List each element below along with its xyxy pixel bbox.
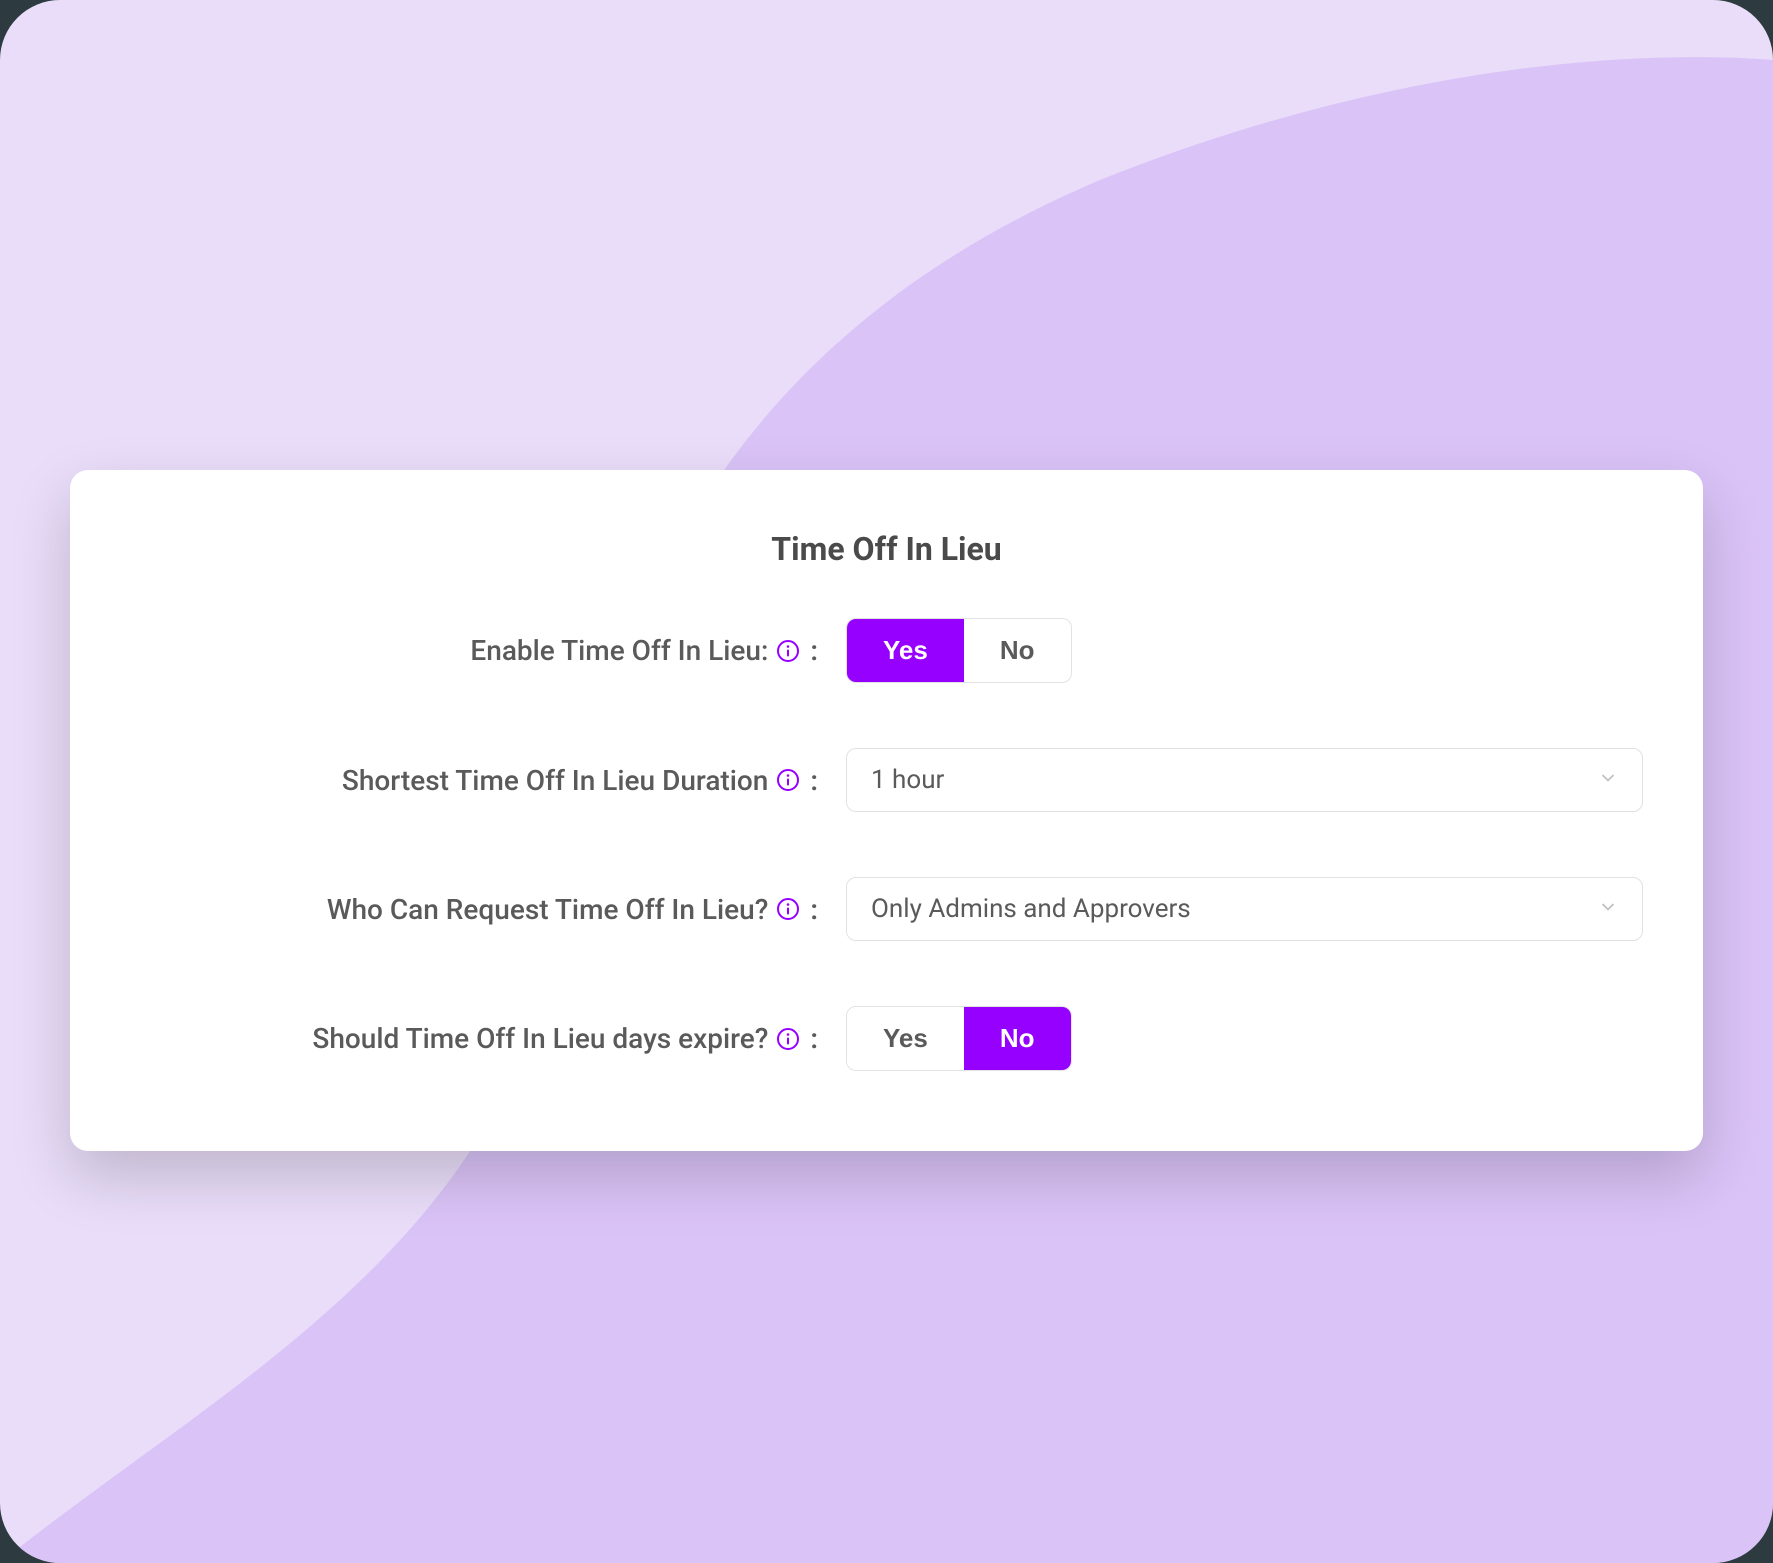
toggle-expire-toil: Yes No — [846, 1006, 1072, 1071]
info-icon[interactable] — [776, 639, 800, 663]
chevron-down-icon — [1598, 897, 1618, 921]
select-value-who: Only Admins and Approvers — [871, 894, 1191, 924]
select-shortest-duration[interactable]: 1 hour — [846, 748, 1643, 812]
row-enable-toil: Enable Time Off In Lieu: : Yes No — [130, 618, 1643, 683]
info-icon[interactable] — [776, 1027, 800, 1051]
control-who: Only Admins and Approvers — [830, 877, 1643, 941]
row-expire: Should Time Off In Lieu days expire? : Y… — [130, 1006, 1643, 1071]
info-icon[interactable] — [776, 768, 800, 792]
toggle-no-button[interactable]: No — [964, 1007, 1071, 1070]
control-expire: Yes No — [830, 1006, 1643, 1071]
label-enable: Enable Time Off In Lieu: — [470, 634, 768, 667]
control-enable: Yes No — [830, 618, 1643, 683]
label-wrap-enable: Enable Time Off In Lieu: : — [130, 634, 830, 667]
colon: : — [810, 764, 818, 797]
chevron-down-icon — [1598, 768, 1618, 792]
label-wrap-who: Who Can Request Time Off In Lieu? : — [130, 893, 830, 926]
row-who-can-request: Who Can Request Time Off In Lieu? : Only… — [130, 877, 1643, 941]
app-background: Time Off In Lieu Enable Time Off In Lieu… — [0, 0, 1773, 1563]
label-expire: Should Time Off In Lieu days expire? — [312, 1022, 768, 1055]
select-value-duration: 1 hour — [871, 765, 944, 795]
label-wrap-expire: Should Time Off In Lieu days expire? : — [130, 1022, 830, 1055]
toggle-yes-button[interactable]: Yes — [847, 619, 964, 682]
colon: : — [810, 1022, 818, 1055]
label-duration: Shortest Time Off In Lieu Duration — [342, 764, 768, 797]
rounded-backdrop: Time Off In Lieu Enable Time Off In Lieu… — [0, 0, 1773, 1563]
label-wrap-duration: Shortest Time Off In Lieu Duration : — [130, 764, 830, 797]
settings-card: Time Off In Lieu Enable Time Off In Lieu… — [70, 470, 1703, 1151]
control-duration: 1 hour — [830, 748, 1643, 812]
colon: : — [810, 893, 818, 926]
toggle-yes-button[interactable]: Yes — [847, 1007, 964, 1070]
info-icon[interactable] — [776, 897, 800, 921]
row-shortest-duration: Shortest Time Off In Lieu Duration : 1 h… — [130, 748, 1643, 812]
colon: : — [810, 634, 818, 667]
toggle-no-button[interactable]: No — [964, 619, 1071, 682]
toggle-enable-toil: Yes No — [846, 618, 1072, 683]
select-who-can-request[interactable]: Only Admins and Approvers — [846, 877, 1643, 941]
label-who: Who Can Request Time Off In Lieu? — [327, 893, 769, 926]
card-title: Time Off In Lieu — [130, 530, 1643, 568]
